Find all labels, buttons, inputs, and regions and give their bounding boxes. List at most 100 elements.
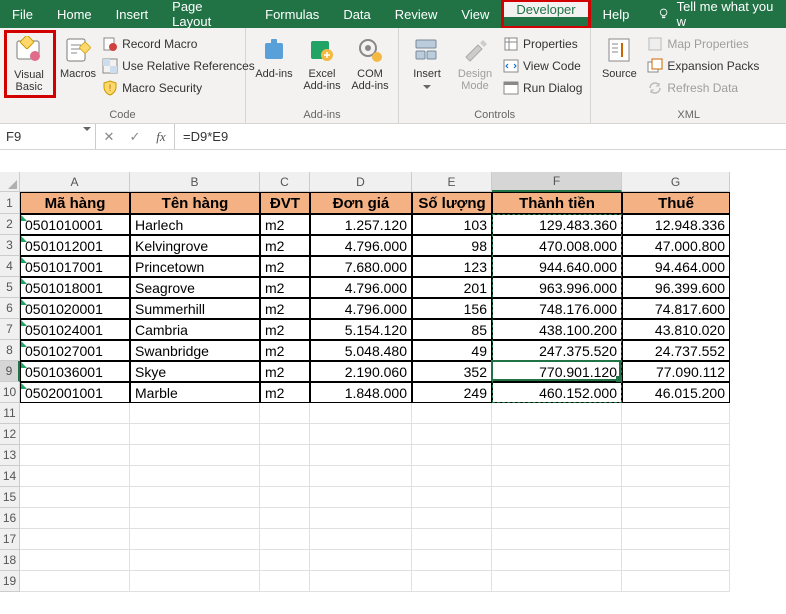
cell-D6[interactable]: 4.796.000 [310,298,412,319]
record-macro-button[interactable]: Record Macro [100,34,257,54]
cell-B11[interactable] [130,403,260,424]
cell-D17[interactable] [310,529,412,550]
cell-F3[interactable]: 470.008.000 [492,235,622,256]
cell-F18[interactable] [492,550,622,571]
visual-basic-button[interactable]: Visual Basic [7,33,51,95]
cell-C12[interactable] [260,424,310,445]
row-header-19[interactable]: 19 [0,571,20,592]
tab-home[interactable]: Home [45,0,104,28]
map-properties-button[interactable]: Map Properties [645,34,761,54]
cell-F1[interactable]: Thành tiền [492,192,622,214]
cell-E18[interactable] [412,550,492,571]
cell-F8[interactable]: 247.375.520 [492,340,622,361]
cell-A2[interactable]: 0501010001 [20,214,130,235]
design-mode-button[interactable]: Design Mode [453,32,497,94]
col-header-D[interactable]: D [310,172,412,192]
cell-C2[interactable]: m2 [260,214,310,235]
cell-B19[interactable] [130,571,260,592]
cell-D5[interactable]: 4.796.000 [310,277,412,298]
col-header-E[interactable]: E [412,172,492,192]
cell-D7[interactable]: 5.154.120 [310,319,412,340]
excel-addins-button[interactable]: Excel Add-ins [300,32,344,94]
cell-B6[interactable]: Summerhill [130,298,260,319]
cell-C13[interactable] [260,445,310,466]
cell-D19[interactable] [310,571,412,592]
cell-E5[interactable]: 201 [412,277,492,298]
name-box[interactable]: F9 [0,124,96,149]
col-header-A[interactable]: A [20,172,130,192]
cell-D4[interactable]: 7.680.000 [310,256,412,277]
cell-G17[interactable] [622,529,730,550]
cell-F19[interactable] [492,571,622,592]
cell-E3[interactable]: 98 [412,235,492,256]
cell-E1[interactable]: Số lượng [412,192,492,214]
cell-E10[interactable]: 249 [412,382,492,403]
cell-E14[interactable] [412,466,492,487]
row-header-12[interactable]: 12 [0,424,20,445]
relative-refs-button[interactable]: Use Relative References [100,56,257,76]
tab-formulas[interactable]: Formulas [253,0,331,28]
run-dialog-button[interactable]: Run Dialog [501,78,584,98]
cell-A14[interactable] [20,466,130,487]
cancel-formula-button[interactable]: ✕ [96,129,122,145]
cell-G19[interactable] [622,571,730,592]
cell-D13[interactable] [310,445,412,466]
cell-B18[interactable] [130,550,260,571]
cell-C10[interactable]: m2 [260,382,310,403]
cell-D10[interactable]: 1.848.000 [310,382,412,403]
tell-me-search[interactable]: Tell me what you w [641,0,786,28]
row-header-8[interactable]: 8 [0,340,20,361]
cell-F7[interactable]: 438.100.200 [492,319,622,340]
cell-D14[interactable] [310,466,412,487]
cell-A8[interactable]: 0501027001 [20,340,130,361]
cell-G7[interactable]: 43.810.020 [622,319,730,340]
cell-A7[interactable]: 0501024001 [20,319,130,340]
row-header-4[interactable]: 4 [0,256,20,277]
cell-F5[interactable]: 963.996.000 [492,277,622,298]
cell-A12[interactable] [20,424,130,445]
cell-D15[interactable] [310,487,412,508]
tab-view[interactable]: View [449,0,501,28]
cell-C3[interactable]: m2 [260,235,310,256]
cell-F14[interactable] [492,466,622,487]
cell-A5[interactable]: 0501018001 [20,277,130,298]
cell-E11[interactable] [412,403,492,424]
formula-input[interactable]: =D9*E9 [175,124,786,149]
cell-E2[interactable]: 103 [412,214,492,235]
cell-E6[interactable]: 156 [412,298,492,319]
cell-C14[interactable] [260,466,310,487]
insert-function-button[interactable]: fx [148,129,174,145]
cell-F11[interactable] [492,403,622,424]
row-header-6[interactable]: 6 [0,298,20,319]
row-header-13[interactable]: 13 [0,445,20,466]
cell-B9[interactable]: Skye [130,361,260,382]
cell-E19[interactable] [412,571,492,592]
cell-E7[interactable]: 85 [412,319,492,340]
cell-G15[interactable] [622,487,730,508]
cell-B3[interactable]: Kelvingrove [130,235,260,256]
cell-F16[interactable] [492,508,622,529]
cell-F13[interactable] [492,445,622,466]
cell-F2[interactable]: 129.483.360 [492,214,622,235]
cell-G14[interactable] [622,466,730,487]
cell-A1[interactable]: Mã hàng [20,192,130,214]
row-header-3[interactable]: 3 [0,235,20,256]
select-all-corner[interactable] [0,172,20,192]
cell-B5[interactable]: Seagrove [130,277,260,298]
tab-developer[interactable]: Developer [504,2,587,17]
cell-G16[interactable] [622,508,730,529]
properties-button[interactable]: Properties [501,34,584,54]
cell-A13[interactable] [20,445,130,466]
cell-G2[interactable]: 12.948.336 [622,214,730,235]
macros-button[interactable]: Macros [60,32,96,94]
cell-G6[interactable]: 74.817.600 [622,298,730,319]
row-header-11[interactable]: 11 [0,403,20,424]
tab-file[interactable]: File [0,0,45,28]
cell-E17[interactable] [412,529,492,550]
refresh-data-button[interactable]: Refresh Data [645,78,761,98]
cell-G5[interactable]: 96.399.600 [622,277,730,298]
tab-data[interactable]: Data [331,0,382,28]
col-header-G[interactable]: G [622,172,730,192]
cell-E15[interactable] [412,487,492,508]
cell-C19[interactable] [260,571,310,592]
